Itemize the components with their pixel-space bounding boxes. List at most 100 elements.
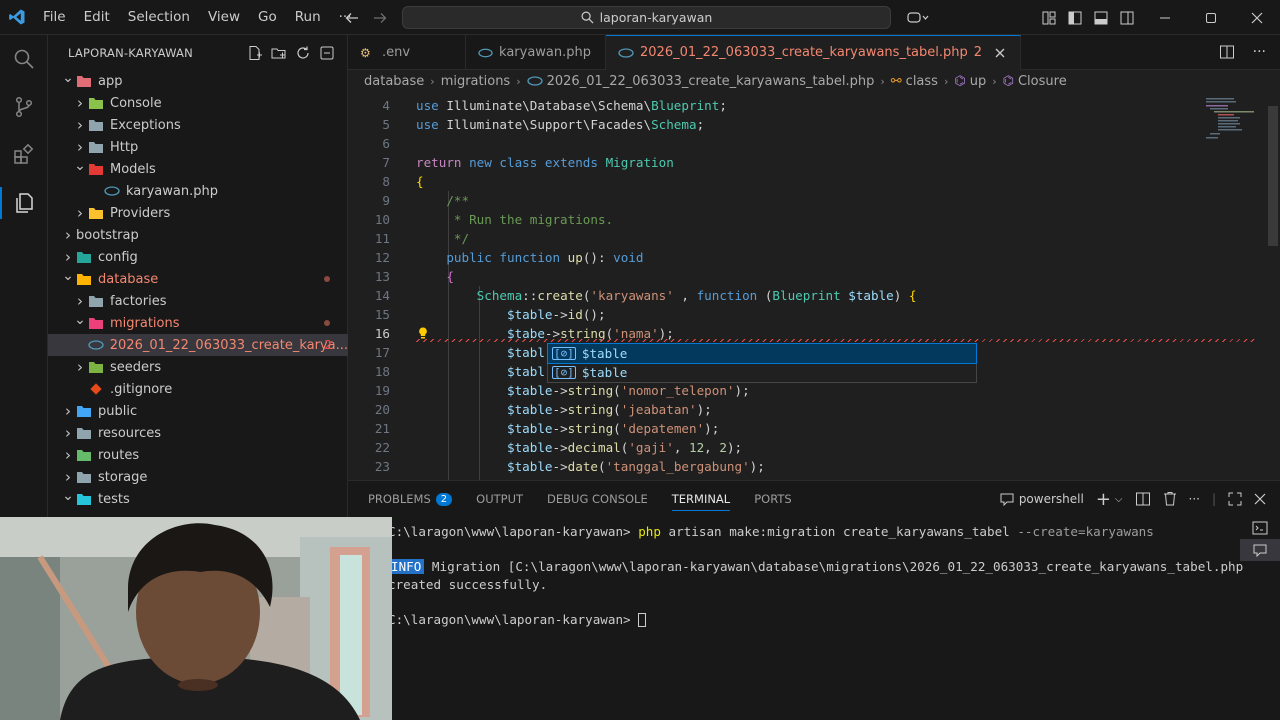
tree-item-seeders[interactable]: › seeders [48,356,348,378]
tab-terminal[interactable]: TERMINAL [671,481,731,517]
tab-problems[interactable]: PROBLEMS 2 [368,481,453,517]
tree-item-label: config [98,249,138,265]
tab-karyawan-php[interactable]: karyawan.php [466,35,606,70]
new-folder-icon[interactable] [271,45,287,61]
more-actions-icon[interactable]: ··· [1253,44,1266,60]
code-token: void [613,250,644,265]
chevron-down-icon[interactable]: ⌵ [1115,494,1123,505]
tree-item-providers[interactable]: › Providers [48,202,348,224]
terminal-instance-icon[interactable] [1240,517,1280,539]
terminal-instance-icon[interactable] [1240,539,1280,561]
tree-item-2026-01-22-063033-create-karya[interactable]: 2026_01_22_063033_create_karya... 2 [48,334,348,356]
menu-run[interactable]: Run [286,0,330,35]
maximize-panel-icon[interactable] [1228,492,1242,506]
vertical-scrollbar[interactable] [1266,96,1280,480]
tree-item-exceptions[interactable]: › Exceptions [48,114,348,136]
code-token: Schema [416,288,523,303]
trash-icon[interactable] [1163,491,1177,507]
crumb-database[interactable]: database [364,74,424,89]
crumb-migrations[interactable]: migrations [441,74,511,89]
tree-item-models[interactable]: ⌄ Models [48,158,348,180]
back-arrow-icon[interactable] [345,11,359,25]
lightbulb-icon[interactable] [416,326,430,343]
more-actions-icon[interactable]: ··· [1189,492,1200,506]
menu-selection[interactable]: Selection [119,0,199,35]
close-tab-icon[interactable] [994,47,1006,59]
tree-item-storage[interactable]: › storage [48,466,348,488]
crumb-file[interactable]: 2026_01_22_063033_create_karyawans_tabel… [547,74,875,89]
tab-debug-console[interactable]: DEBUG CONSOLE [547,481,648,517]
tab-output[interactable]: OUTPUT [476,481,523,517]
tree-item-database[interactable]: ⌄ database [48,268,348,290]
menu-file[interactable]: File [34,0,75,35]
command-center-search[interactable]: laporan-karyawan [402,6,891,29]
line-number: 8 [382,174,390,189]
tree-item-routes[interactable]: › routes [48,444,348,466]
minimap[interactable] [1206,96,1266,156]
extensions-icon[interactable] [0,131,48,179]
explorer-search-icon[interactable] [0,35,48,83]
code-token: $table [416,459,553,474]
tree-item-migrations[interactable]: ⌄ migrations [48,312,348,334]
suggestion-item[interactable]: [⊘] $table [547,343,977,364]
tab-ports[interactable]: PORTS [754,481,791,517]
tree-item-tests[interactable]: ⌄ tests [48,488,348,510]
tree-item-factories[interactable]: › factories [48,290,348,312]
crumb-up[interactable]: up [970,74,987,89]
tree-item-gitignore[interactable]: .gitignore [48,378,348,400]
chevron-right-icon: › [77,292,83,310]
scrollbar-thumb[interactable] [1268,106,1278,246]
tab-label: PROBLEMS [368,492,431,506]
new-file-icon[interactable] [247,45,263,61]
tree-item-label: resources [98,425,162,441]
toggle-secondary-sidebar-icon[interactable] [1114,0,1140,35]
tree-item-app[interactable]: ⌄ app [48,70,348,92]
crumb-class[interactable]: class [906,74,938,89]
code-token: -> [552,402,568,417]
chevron-right-icon: › [77,94,83,112]
refresh-icon[interactable] [295,45,311,61]
code-token: ; [719,98,727,113]
forward-arrow-icon[interactable] [373,11,387,25]
code-line: Schema::create('karyawans' , function (B… [416,286,1256,305]
copilot-icon[interactable] [900,0,936,35]
tree-item-config[interactable]: › config [48,246,348,268]
breadcrumb: database › migrations › 2026_01_22_063033_… [348,70,1280,92]
menu-edit[interactable]: Edit [75,0,119,35]
maximize-icon[interactable] [1188,0,1234,35]
toggle-sidebar-icon[interactable] [1062,0,1088,35]
new-terminal-icon[interactable]: + [1096,489,1111,510]
menu-go[interactable]: Go [249,0,286,35]
terminal-output[interactable]: C:\laragon\www\laporan-karyawan> php art… [388,523,1243,628]
tree-item-bootstrap[interactable]: › bootstrap [48,224,348,246]
code-token: 'karyawans' [590,288,674,303]
split-terminal-icon[interactable] [1135,491,1151,507]
code-token: decimal [567,440,621,455]
split-editor-icon[interactable] [1219,44,1235,60]
tree-item-public[interactable]: › public [48,400,348,422]
collapse-all-icon[interactable] [319,45,335,61]
close-window-icon[interactable] [1234,0,1280,35]
chevron-down-icon: ⌄ [74,158,86,174]
tree-item-karyawan-php[interactable]: karyawan.php [48,180,348,202]
line-number: 17 [374,345,390,360]
suggestion-item[interactable]: [⊘] $table [548,363,976,382]
tree-item-console[interactable]: › Console [48,92,348,114]
tab-env[interactable]: ⚙ .env [348,35,466,70]
tree-item-resources[interactable]: › resources [48,422,348,444]
minimize-icon[interactable] [1142,0,1188,35]
webcam-overlay [0,517,392,720]
code-token: -> [552,307,568,322]
menu-view[interactable]: View [199,0,249,35]
close-panel-icon[interactable] [1254,493,1266,505]
crumb-closure[interactable]: Closure [1018,74,1067,89]
toggle-panel-icon[interactable] [1088,0,1114,35]
explorer-files-icon[interactable] [0,179,48,227]
code-editor[interactable]: 4 5 6 7 8 9 10 11 12 13 14 15 16 17 18 19 20 21 22 23 use I… [348,96,1280,481]
customize-layout-icon[interactable] [1036,0,1062,35]
tree-item-http[interactable]: › Http [48,136,348,158]
source-control-icon[interactable] [0,83,48,131]
tab-migration-file[interactable]: 2026_01_22_063033_create_karyawans_tabel… [606,35,1022,70]
shell-name[interactable]: powershell [1019,492,1084,506]
